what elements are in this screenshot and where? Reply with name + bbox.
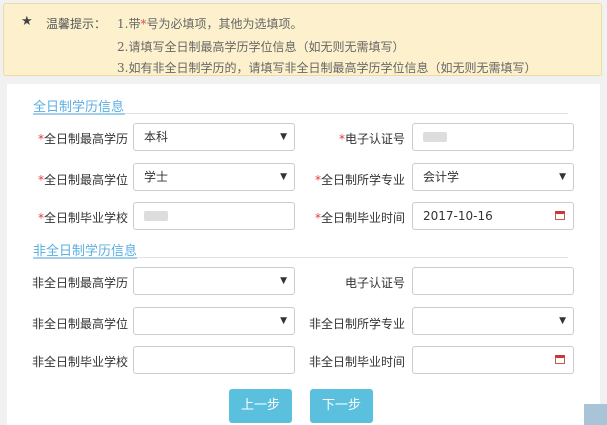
label-text: 全日制毕业时间: [320, 211, 405, 225]
label-text: 电子认证号: [344, 132, 405, 146]
fulltime-school-label: *全日制毕业学校: [20, 209, 128, 226]
fulltime-edu-level-label: *全日制最高学历: [20, 130, 128, 147]
fulltime-major-label: *全日制所学专业: [305, 171, 405, 188]
notice-title: 温馨提示：: [46, 17, 107, 31]
label-text: 全日制所学专业: [320, 173, 405, 187]
select-value: 学士: [144, 170, 169, 184]
section-divider: [125, 113, 568, 114]
fulltime-cert-no-input[interactable]: [412, 123, 574, 151]
caret-down-icon: ▼: [280, 276, 287, 286]
parttime-school-label: 非全日制毕业学校: [31, 355, 128, 369]
select-value: 本科: [144, 130, 169, 144]
notice-line-2: 2.请填写全日制最高学历学位信息（如无则无需填写）: [117, 40, 405, 54]
fulltime-school-input[interactable]: [133, 202, 295, 230]
label-text: 全日制最高学位: [43, 173, 128, 187]
fulltime-degree-select[interactable]: 学士 ▼: [133, 163, 295, 191]
fulltime-major-select[interactable]: 会计学 ▼: [412, 163, 574, 191]
section-title-underline: [33, 113, 125, 115]
caret-down-icon: ▼: [280, 172, 287, 182]
parttime-cert-no-label: 电子认证号: [344, 276, 405, 290]
parttime-edu-level-label: 非全日制最高学历: [31, 276, 128, 290]
parttime-grad-time-label: 非全日制毕业时间: [308, 355, 405, 369]
notice-line-1-a: 1.带: [117, 17, 141, 31]
fulltime-degree-label: *全日制最高学位: [20, 171, 128, 188]
corner-widget: [584, 404, 607, 425]
label-text: 全日制最高学历: [43, 132, 128, 146]
redacted-value: [423, 132, 447, 142]
next-step-button[interactable]: 下一步: [310, 389, 373, 423]
notice-box: ★ 温馨提示： 1.带*号为必填项，其他为选填项。 2.请填写全日制最高学历学位…: [3, 3, 602, 76]
date-value: 2017-10-16: [423, 209, 493, 223]
redacted-value: [144, 211, 168, 221]
parttime-degree-label: 非全日制最高学位: [31, 317, 128, 331]
section-divider: [137, 257, 568, 258]
fulltime-edu-level-select[interactable]: 本科 ▼: [133, 123, 295, 151]
caret-down-icon: ▼: [280, 132, 287, 142]
calendar-icon[interactable]: [555, 211, 565, 220]
section-title-underline: [33, 257, 137, 259]
prev-step-button[interactable]: 上一步: [229, 389, 292, 423]
notice-line-1: 1.带*号为必填项，其他为选填项。: [117, 15, 302, 32]
parttime-major-label: 非全日制所学专业: [308, 317, 405, 331]
parttime-grad-time-input[interactable]: [412, 346, 574, 374]
label-text: 全日制毕业学校: [43, 211, 128, 225]
fulltime-grad-time-input[interactable]: 2017-10-16: [412, 202, 574, 230]
caret-down-icon: ▼: [559, 316, 566, 326]
parttime-cert-no-input[interactable]: [412, 267, 574, 295]
notice-line-1-b: 号为必填项，其他为选填项。: [146, 17, 303, 31]
fulltime-grad-time-label: *全日制毕业时间: [305, 209, 405, 226]
parttime-school-input[interactable]: [133, 346, 295, 374]
select-value: 会计学: [423, 170, 460, 184]
caret-down-icon: ▼: [280, 316, 287, 326]
notice-line-3: 3.如有非全日制学历的，请填写非全日制最高学历学位信息（如无则无需填写）: [117, 61, 537, 75]
fulltime-cert-no-label: *电子认证号: [305, 130, 405, 147]
calendar-icon[interactable]: [555, 355, 565, 364]
parttime-edu-level-select[interactable]: ▼: [133, 267, 295, 295]
star-icon: ★: [21, 14, 33, 29]
caret-down-icon: ▼: [559, 172, 566, 182]
parttime-degree-select[interactable]: ▼: [133, 307, 295, 335]
parttime-major-select[interactable]: ▼: [412, 307, 574, 335]
